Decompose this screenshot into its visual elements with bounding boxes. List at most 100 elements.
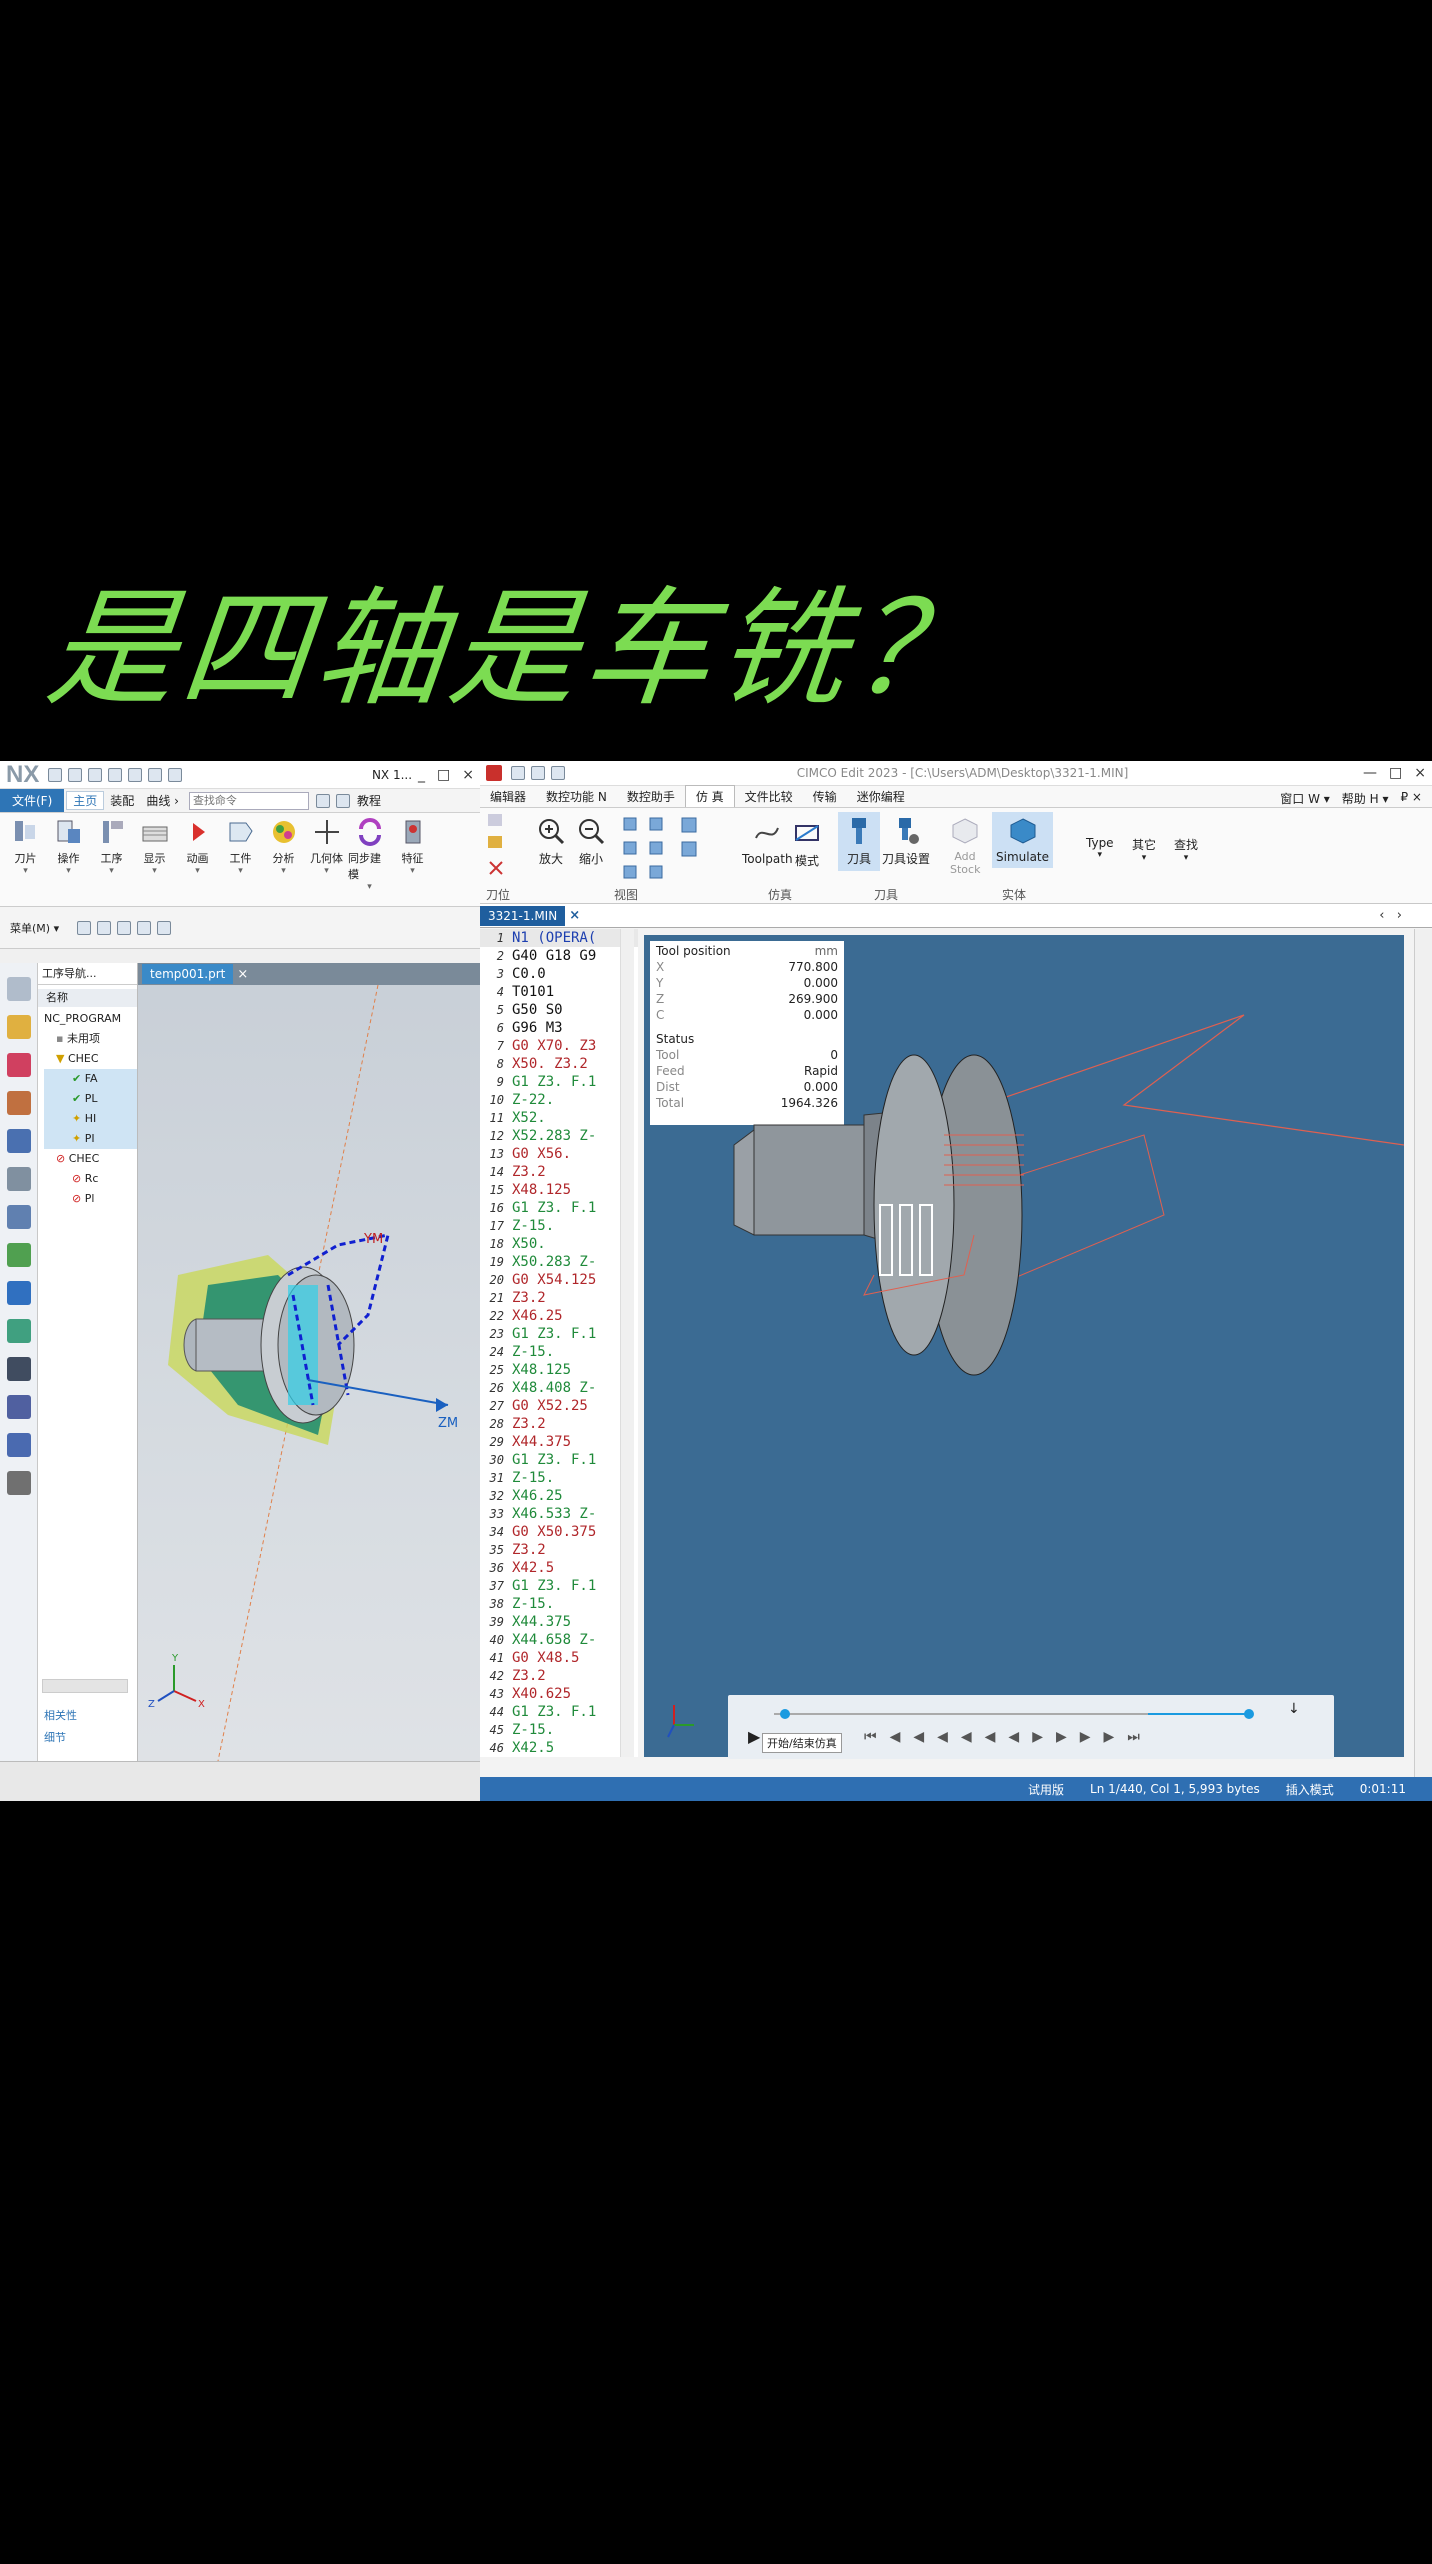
info-icon[interactable] <box>7 1281 31 1305</box>
tree-node[interactable]: NC_PROGRAM <box>44 1009 137 1029</box>
ribbon-workpiece-button[interactable]: 工件 ▾ <box>219 817 262 876</box>
mode-button[interactable]: 模式 <box>792 818 822 869</box>
tab-scroll-arrows[interactable]: ‹ › <box>1379 908 1402 923</box>
tutorial-link[interactable]: 教程 <box>357 792 381 809</box>
tab-assembly[interactable]: 装配 <box>104 792 140 809</box>
download-arrow-icon[interactable]: ↓ <box>1288 1701 1300 1717</box>
code-line[interactable]: 20 G0 X54.125 <box>480 1271 638 1289</box>
code-line[interactable]: 15 X48.125 <box>480 1181 638 1199</box>
simulation-viewport[interactable]: Tool position mm X 770.800 Y 0.000 Z 269.900… <box>644 935 1404 1759</box>
maximize-button[interactable]: □ <box>1383 765 1408 781</box>
code-line[interactable]: 25 X48.125 <box>480 1361 638 1379</box>
move-icon[interactable] <box>137 920 152 935</box>
code-line[interactable]: 33 X46.533 Z- <box>480 1505 638 1523</box>
library-icon[interactable] <box>7 1167 31 1191</box>
minimize-button[interactable]: — <box>1357 765 1383 781</box>
nx-graphics-window[interactable]: temp001.prt × ZM YM Y X Z <box>138 963 480 1762</box>
tab-editor[interactable]: 编辑器 <box>480 786 536 807</box>
tab-simulation[interactable]: 仿 真 <box>684 785 735 807</box>
code-line[interactable]: 18 X50. <box>480 1235 638 1253</box>
code-line[interactable]: 42 Z3.2 <box>480 1667 638 1685</box>
add-stock-button[interactable]: Add Stock <box>950 816 980 876</box>
code-line[interactable]: 6 G96 M3 <box>480 1019 638 1037</box>
code-line[interactable]: 26 X48.408 Z- <box>480 1379 638 1397</box>
speed-slider[interactable] <box>1148 1713 1248 1715</box>
simulate-button[interactable]: Simulate <box>992 812 1054 868</box>
code-line[interactable]: 44 G1 Z3. F.1 <box>480 1703 638 1721</box>
code-line[interactable]: 1 N1 (OPERA( <box>480 929 638 947</box>
tab-nc-assistant[interactable]: 数控助手 <box>617 786 685 807</box>
code-line[interactable]: 34 G0 X50.375 <box>480 1523 638 1541</box>
zoom-out-button[interactable]: 缩小 <box>576 816 606 867</box>
undo-icon[interactable] <box>68 767 83 782</box>
save-icon[interactable] <box>511 766 525 780</box>
ribbon-insert-button[interactable]: 刀片 ▾ <box>4 817 47 876</box>
code-line[interactable]: 12 X52.283 Z- <box>480 1127 638 1145</box>
tree-node[interactable]: ✔ FA <box>44 1069 137 1089</box>
code-line[interactable]: 21 Z3.2 <box>480 1289 638 1307</box>
timeline-handle[interactable] <box>780 1709 790 1719</box>
code-line[interactable]: 17 Z-15. <box>480 1217 638 1235</box>
navigator-hscrollbar[interactable] <box>42 1679 128 1693</box>
mdi-controls[interactable]: ₽ × <box>1400 790 1422 807</box>
code-line[interactable]: 14 Z3.2 <box>480 1163 638 1181</box>
tree-node[interactable]: ▪ 未用项 <box>44 1029 137 1049</box>
tab-mini-cam[interactable]: 迷你编程 <box>847 786 915 807</box>
tab-file-compare[interactable]: 文件比较 <box>735 786 803 807</box>
palette-icon[interactable] <box>7 1243 31 1267</box>
code-line[interactable]: 13 G0 X56. <box>480 1145 638 1163</box>
roles-icon[interactable] <box>7 1433 31 1457</box>
cut-icon[interactable] <box>88 767 103 782</box>
tool-button[interactable]: 刀具 <box>838 812 880 871</box>
code-line[interactable]: 45 Z-15. <box>480 1721 638 1739</box>
code-line[interactable]: 24 Z-15. <box>480 1343 638 1361</box>
history-icon[interactable] <box>7 1205 31 1229</box>
code-line[interactable]: 5 G50 S0 <box>480 1001 638 1019</box>
dependencies-panel[interactable]: 相关性 <box>44 1705 77 1727</box>
save-icon[interactable] <box>48 767 63 782</box>
navigator-icon[interactable] <box>7 1015 31 1039</box>
code-line[interactable]: 40 X44.658 Z- <box>480 1631 638 1649</box>
code-line[interactable]: 16 G1 Z3. F.1 <box>480 1199 638 1217</box>
code-scrollbar[interactable] <box>620 929 634 1757</box>
code-line[interactable]: 8 X50. Z3.2 <box>480 1055 638 1073</box>
doc-tab-temp001[interactable]: temp001.prt <box>142 964 234 984</box>
code-line[interactable]: 2 G40 G18 G9 <box>480 947 638 965</box>
refresh-icon[interactable] <box>531 766 545 780</box>
program-icon[interactable] <box>7 1091 31 1115</box>
web-icon[interactable] <box>7 1319 31 1343</box>
find-dropdown[interactable]: 查找 ▾ <box>1174 836 1198 863</box>
tool-settings-button[interactable]: 刀具设置 <box>882 816 930 867</box>
paste-icon[interactable] <box>128 767 143 782</box>
nc-code-editor[interactable]: 1 N1 (OPERA(2 G40 G18 G9 3 C0.0 4 T0101 5 G50 S0… <box>480 929 638 1757</box>
code-line[interactable]: 28 Z3.2 <box>480 1415 638 1433</box>
code-line[interactable]: 37 G1 Z3. F.1 <box>480 1577 638 1595</box>
tab-home[interactable]: 主页 <box>66 791 105 810</box>
geometry-view-icon[interactable] <box>7 1129 31 1153</box>
transport-controls[interactable]: ⏮◀◀◀◀◀◀▶▶▶▶⏭ <box>864 1729 1153 1745</box>
type-dropdown[interactable]: Type ▾ <box>1086 836 1114 860</box>
ribbon-analysis-button[interactable]: 分析 ▾ <box>262 817 305 876</box>
code-line[interactable]: 22 X46.25 <box>480 1307 638 1325</box>
code-line[interactable]: 4 T0101 <box>480 983 638 1001</box>
code-line[interactable]: 23 G1 Z3. F.1 <box>480 1325 638 1343</box>
search-icon[interactable] <box>315 793 330 808</box>
tab-curve[interactable]: 曲线 › <box>140 792 185 809</box>
clock-icon[interactable] <box>7 1357 31 1381</box>
tool-library-icon[interactable] <box>7 1471 31 1495</box>
speed-handle[interactable] <box>1244 1709 1254 1719</box>
tree-node[interactable]: ✔ PL <box>44 1089 137 1109</box>
close-icon[interactable]: × <box>569 908 580 923</box>
help-icon[interactable] <box>335 793 350 808</box>
ribbon-display-button[interactable]: 显示 ▾ <box>133 817 176 876</box>
tab-transfer[interactable]: 传输 <box>803 786 847 807</box>
code-line[interactable]: 46 X42.5 <box>480 1739 638 1757</box>
close-icon[interactable]: × <box>237 967 248 982</box>
code-line[interactable]: 41 G0 X48.5 <box>480 1649 638 1667</box>
view-buttons[interactable] <box>620 814 730 884</box>
ribbon-sync-modeling-button[interactable]: 同步建模 ▾ <box>348 817 391 892</box>
ribbon-process-button[interactable]: 工序 ▾ <box>90 817 133 876</box>
code-line[interactable]: 36 X42.5 <box>480 1559 638 1577</box>
code-line[interactable]: 11 X52. <box>480 1109 638 1127</box>
code-line[interactable]: 3 C0.0 <box>480 965 638 983</box>
